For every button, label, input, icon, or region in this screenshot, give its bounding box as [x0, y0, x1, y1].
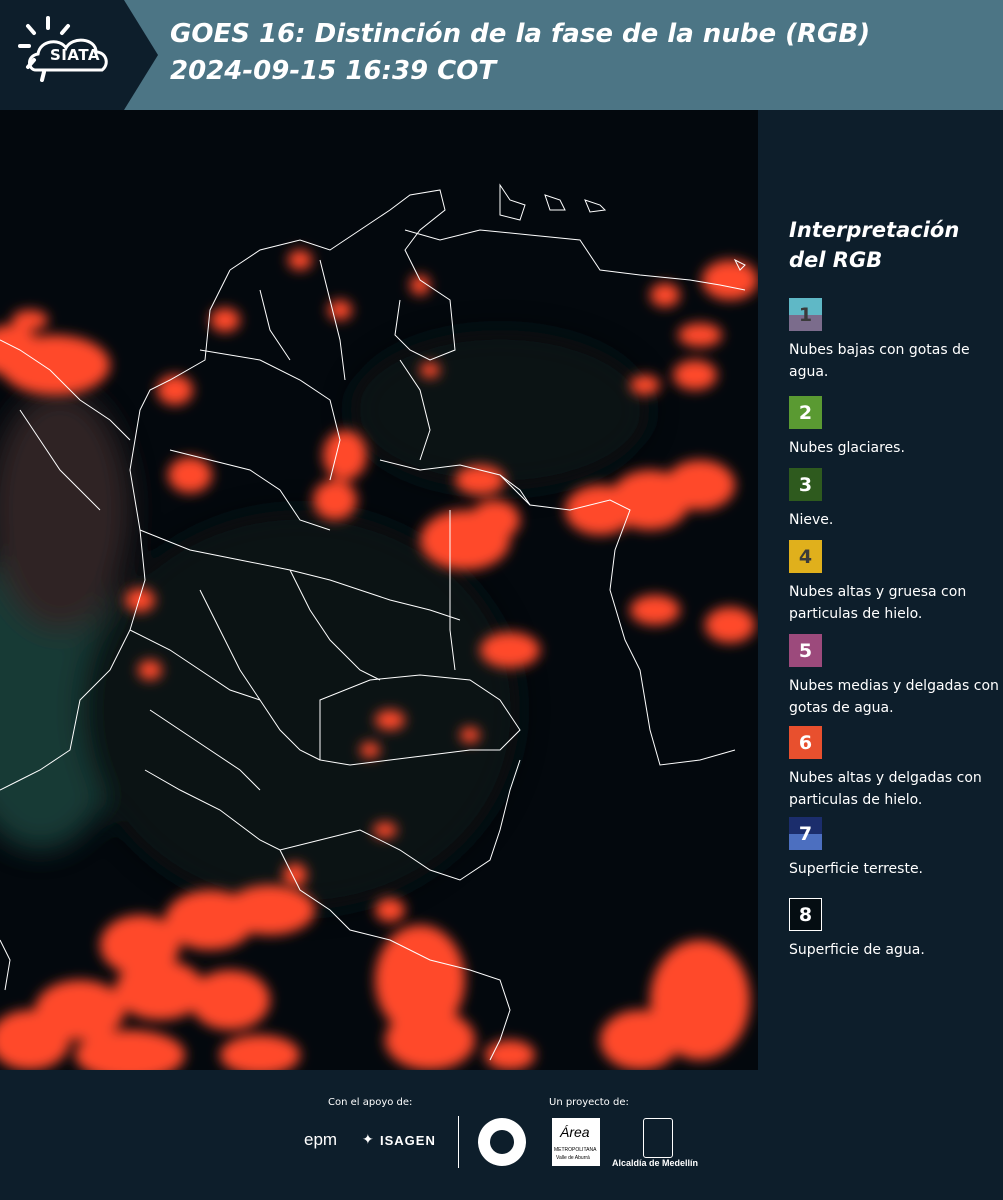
legend-label-3: Nieve. [789, 512, 834, 528]
legend-number-1: 1 [798, 303, 813, 326]
area-logo-text: Área [560, 1124, 590, 1140]
legend-swatch-3: 3 [789, 468, 822, 501]
metropolitana-text: METROPOLITANA [554, 1147, 597, 1153]
epm-logo: epm [304, 1130, 338, 1149]
page-title: GOES 16: Distinción de la fase de la nub… [170, 16, 870, 90]
legend-swatch-8: 8 [789, 898, 822, 931]
footer-divider [458, 1116, 459, 1168]
alcaldia-logo: Alcaldía de Medellín [612, 1158, 699, 1168]
legend-label-1: Nubes bajas con gotas de agua. [789, 342, 970, 380]
legend-number-4: 4 [798, 545, 813, 568]
legend-item-6: 6 Nubes altas y delgadas con particulas … [789, 726, 1003, 811]
legend-item-2: 2 Nubes glaciares. [789, 396, 1003, 459]
legend-number-3: 3 [798, 473, 813, 496]
legend-number-2: 2 [798, 401, 813, 424]
isagen-logo-mark: ✦ [362, 1132, 374, 1148]
title-line-2: 2024-09-15 16:39 COT [170, 56, 497, 86]
legend-label-6: Nubes altas y delgadas con particulas de… [789, 770, 982, 808]
legend-label-4: Nubes altas y gruesa con particulas de h… [789, 584, 967, 622]
isagen-logo: ISAGEN [380, 1133, 436, 1148]
header: SIATA GOES 16: Distinción de la fase de … [0, 0, 1003, 110]
project-label: Un proyecto de: [549, 1097, 629, 1108]
title-line-1: GOES 16: Distinción de la fase de la nub… [170, 19, 871, 49]
satellite-map [0, 110, 758, 1080]
legend-item-4: 4 Nubes altas y gruesa con particulas de… [789, 540, 1003, 625]
legend-label-8: Superficie de agua. [789, 942, 925, 958]
area-metropolitana-logo: Área METROPOLITANA Valle de Aburrá [552, 1118, 600, 1166]
legend-swatch-5: 5 [789, 634, 822, 667]
support-label: Con el apoyo de: [328, 1097, 413, 1108]
legend-swatch-6: 6 [789, 726, 822, 759]
legend-label-7: Superficie terreste. [789, 861, 924, 877]
satellite-map-image [0, 110, 758, 1080]
legend-number-7: 7 [798, 822, 813, 845]
valle-text: Valle de Aburrá [556, 1155, 590, 1161]
legend-swatch-1: 1 [789, 298, 822, 331]
legend-label-5: Nubes medias y delgadas con gotas de agu… [789, 678, 999, 716]
legend-panel: Interpretación del RGB 1 Nubes bajas con… [762, 110, 1003, 1070]
legend-title: Interpretación del RGB [789, 218, 960, 272]
footer: Con el apoyo de: Un proyecto de: epm ✦ I… [0, 1070, 1003, 1200]
siata-logo: SIATA [0, 0, 160, 110]
legend-number-8: 8 [798, 903, 813, 926]
legend-item-8: 8 Superficie de agua. [789, 898, 1003, 961]
logo-text: SIATA [50, 46, 101, 64]
alcaldia-shield-icon [643, 1118, 673, 1158]
legend-number-6: 6 [798, 731, 813, 754]
legend-item-7: 7 Superficie terreste. [789, 817, 1003, 880]
legend-swatch-2: 2 [789, 396, 822, 429]
legend-item-5: 5 Nubes medias y delgadas con gotas de a… [789, 634, 1003, 719]
legend-swatch-4: 4 [789, 540, 822, 573]
legend-item-1: 1 Nubes bajas con gotas de agua. [789, 298, 1003, 383]
legend-item-3: 3 Nieve. [789, 468, 1003, 531]
legend-label-2: Nubes glaciares. [789, 440, 905, 456]
seal-icon [478, 1118, 526, 1166]
legend-swatch-7: 7 [789, 817, 822, 850]
legend-number-5: 5 [798, 639, 813, 662]
